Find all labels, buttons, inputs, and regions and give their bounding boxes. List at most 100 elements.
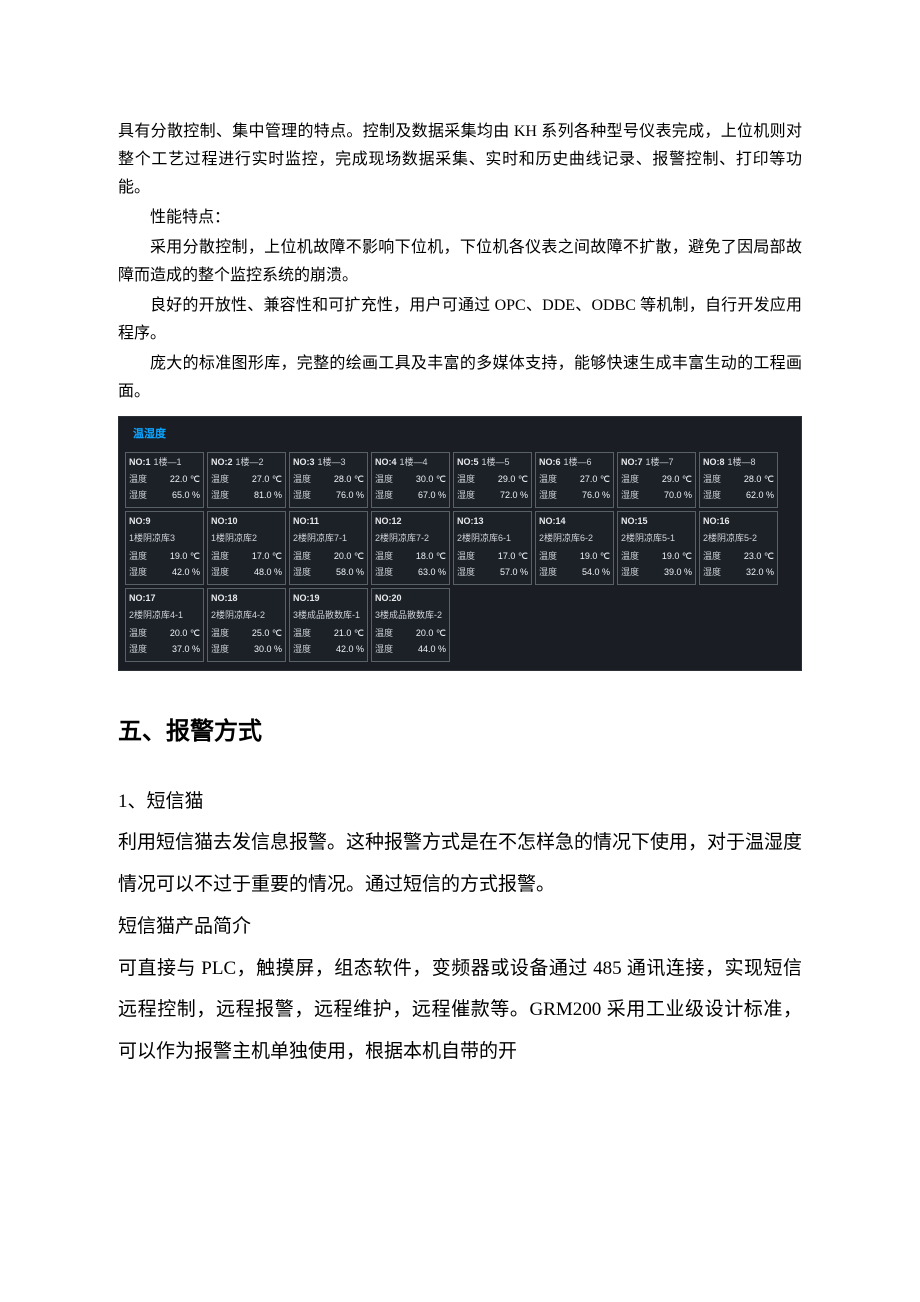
humidity-label: 湿度	[621, 565, 643, 581]
humidity-value: 54.0 %	[561, 565, 610, 581]
tile-number: NO:6	[539, 455, 561, 471]
sensor-tile: NO:31楼—3温度28.0 ℃湿度76.0 %	[289, 452, 368, 507]
sensor-tile: NO:172楼阴凉库4-1温度20.0 ℃湿度37.0 %	[125, 588, 204, 662]
tile-number: NO:3	[293, 455, 315, 471]
temp-value: 28.0 ℃	[725, 472, 774, 488]
tile-number: NO:16	[703, 514, 730, 530]
tile-location: 2楼阴凉库6-1	[457, 531, 528, 547]
temp-value: 23.0 ℃	[725, 549, 774, 565]
tile-readings: 温度28.0 ℃湿度62.0 %	[703, 472, 774, 504]
tile-readings: 温度27.0 ℃湿度81.0 %	[211, 472, 282, 504]
tile-number: NO:10	[211, 514, 238, 530]
temp-value: 20.0 ℃	[397, 626, 446, 642]
tile-location: 1楼—2	[236, 455, 264, 471]
paragraph: 采用分散控制，上位机故障不影响下位机，下位机各仪表之间故障不扩散，避免了因局部故…	[118, 234, 802, 290]
temp-label: 温度	[457, 472, 479, 488]
sensor-grid: NO:11楼—1温度22.0 ℃湿度65.0 %NO:21楼—2温度27.0 ℃…	[125, 452, 795, 661]
humidity-label: 湿度	[539, 488, 561, 504]
temp-value: 17.0 ℃	[479, 549, 528, 565]
paragraph: 短信猫产品简介	[118, 906, 802, 948]
tile-readings: 温度17.0 ℃湿度57.0 %	[457, 549, 528, 581]
temp-value: 27.0 ℃	[561, 472, 610, 488]
tile-location: 1楼—1	[154, 455, 182, 471]
humidity-value: 76.0 %	[315, 488, 364, 504]
humidity-label: 湿度	[539, 565, 561, 581]
sensor-tile: NO:21楼—2温度27.0 ℃湿度81.0 %	[207, 452, 286, 507]
humidity-value: 44.0 %	[397, 642, 446, 658]
temp-value: 30.0 ℃	[397, 472, 446, 488]
sensor-panel: 温湿度 NO:11楼—1温度22.0 ℃湿度65.0 %NO:21楼—2温度27…	[118, 416, 802, 671]
sensor-tile: NO:11楼—1温度22.0 ℃湿度65.0 %	[125, 452, 204, 507]
humidity-label: 湿度	[129, 642, 151, 658]
tile-location: 1楼—4	[400, 455, 428, 471]
temp-value: 20.0 ℃	[151, 626, 200, 642]
temp-value: 28.0 ℃	[315, 472, 364, 488]
temp-label: 温度	[457, 549, 479, 565]
tile-readings: 温度22.0 ℃湿度65.0 %	[129, 472, 200, 504]
sensor-tile: NO:101楼阴凉库2 温度17.0 ℃湿度48.0 %	[207, 511, 286, 585]
tile-number: NO:1	[129, 455, 151, 471]
tile-number: NO:9	[129, 514, 151, 530]
temp-label: 温度	[375, 549, 397, 565]
sensor-tile: NO:122楼阴凉库7-2温度18.0 ℃湿度63.0 %	[371, 511, 450, 585]
temp-label: 温度	[293, 549, 315, 565]
sensor-tile: NO:71楼—7温度29.0 ℃湿度70.0 %	[617, 452, 696, 507]
sensor-tile: NO:142楼阴凉库6-2温度19.0 ℃湿度54.0 %	[535, 511, 614, 585]
tile-number: NO:12	[375, 514, 402, 530]
tile-number: NO:5	[457, 455, 479, 471]
panel-title: 温湿度	[125, 421, 795, 452]
tile-readings: 温度21.0 ℃湿度42.0 %	[293, 626, 364, 658]
section-heading: 五、报警方式	[118, 711, 802, 753]
tile-location: 1楼阴凉库2	[211, 531, 282, 547]
humidity-value: 32.0 %	[725, 565, 774, 581]
document-page: 具有分散控制、集中管理的特点。控制及数据采集均由 KH 系列各种型号仪表完成，上…	[0, 0, 920, 1133]
humidity-label: 湿度	[211, 565, 233, 581]
sensor-tile: NO:203楼成品散数库-2温度20.0 ℃湿度44.0 %	[371, 588, 450, 662]
tile-number: NO:20	[375, 591, 402, 607]
tile-number: NO:7	[621, 455, 643, 471]
temp-label: 温度	[211, 626, 233, 642]
tile-readings: 温度25.0 ℃湿度30.0 %	[211, 626, 282, 658]
tile-number: NO:8	[703, 455, 725, 471]
tile-readings: 温度17.0 ℃湿度48.0 %	[211, 549, 282, 581]
humidity-label: 湿度	[129, 565, 151, 581]
tile-readings: 温度20.0 ℃湿度58.0 %	[293, 549, 364, 581]
tile-readings: 温度28.0 ℃湿度76.0 %	[293, 472, 364, 504]
tile-location: 2楼阴凉库5-2	[703, 531, 774, 547]
tile-number: NO:4	[375, 455, 397, 471]
temp-label: 温度	[621, 472, 643, 488]
temp-label: 温度	[129, 626, 151, 642]
tile-location: 3楼成品散数库-1	[293, 608, 364, 624]
sensor-tile: NO:81楼—8温度28.0 ℃湿度62.0 %	[699, 452, 778, 507]
paragraph: 庞大的标准图形库，完整的绘画工具及丰富的多媒体支持，能够快速生成丰富生动的工程画…	[118, 350, 802, 406]
humidity-value: 70.0 %	[643, 488, 692, 504]
humidity-value: 30.0 %	[233, 642, 282, 658]
paragraph: 性能特点：	[118, 204, 802, 232]
tile-location: 1楼阴凉库3	[129, 531, 200, 547]
humidity-label: 湿度	[703, 488, 725, 504]
temp-value: 19.0 ℃	[561, 549, 610, 565]
temp-label: 温度	[129, 472, 151, 488]
temp-value: 20.0 ℃	[315, 549, 364, 565]
tile-readings: 温度18.0 ℃湿度63.0 %	[375, 549, 446, 581]
sensor-tile: NO:132楼阴凉库6-1温度17.0 ℃湿度57.0 %	[453, 511, 532, 585]
temp-label: 温度	[621, 549, 643, 565]
temp-label: 温度	[211, 549, 233, 565]
temp-label: 温度	[293, 626, 315, 642]
paragraph: 具有分散控制、集中管理的特点。控制及数据采集均由 KH 系列各种型号仪表完成，上…	[118, 118, 802, 202]
humidity-value: 81.0 %	[233, 488, 282, 504]
sensor-tile: NO:51楼—5温度29.0 ℃湿度72.0 %	[453, 452, 532, 507]
tile-readings: 温度19.0 ℃湿度39.0 %	[621, 549, 692, 581]
humidity-label: 湿度	[457, 565, 479, 581]
tile-number: NO:19	[293, 591, 320, 607]
temp-label: 温度	[211, 472, 233, 488]
temp-label: 温度	[129, 549, 151, 565]
sensor-tile: NO:193楼成品散数库-1 温度21.0 ℃湿度42.0 %	[289, 588, 368, 662]
humidity-value: 63.0 %	[397, 565, 446, 581]
sensor-tile: NO:41楼—4温度30.0 ℃湿度67.0 %	[371, 452, 450, 507]
tile-location: 1楼—8	[728, 455, 756, 471]
humidity-value: 42.0 %	[315, 642, 364, 658]
tile-location: 2楼阴凉库5-1	[621, 531, 692, 547]
tile-readings: 温度19.0 ℃湿度42.0 %	[129, 549, 200, 581]
temp-label: 温度	[539, 549, 561, 565]
